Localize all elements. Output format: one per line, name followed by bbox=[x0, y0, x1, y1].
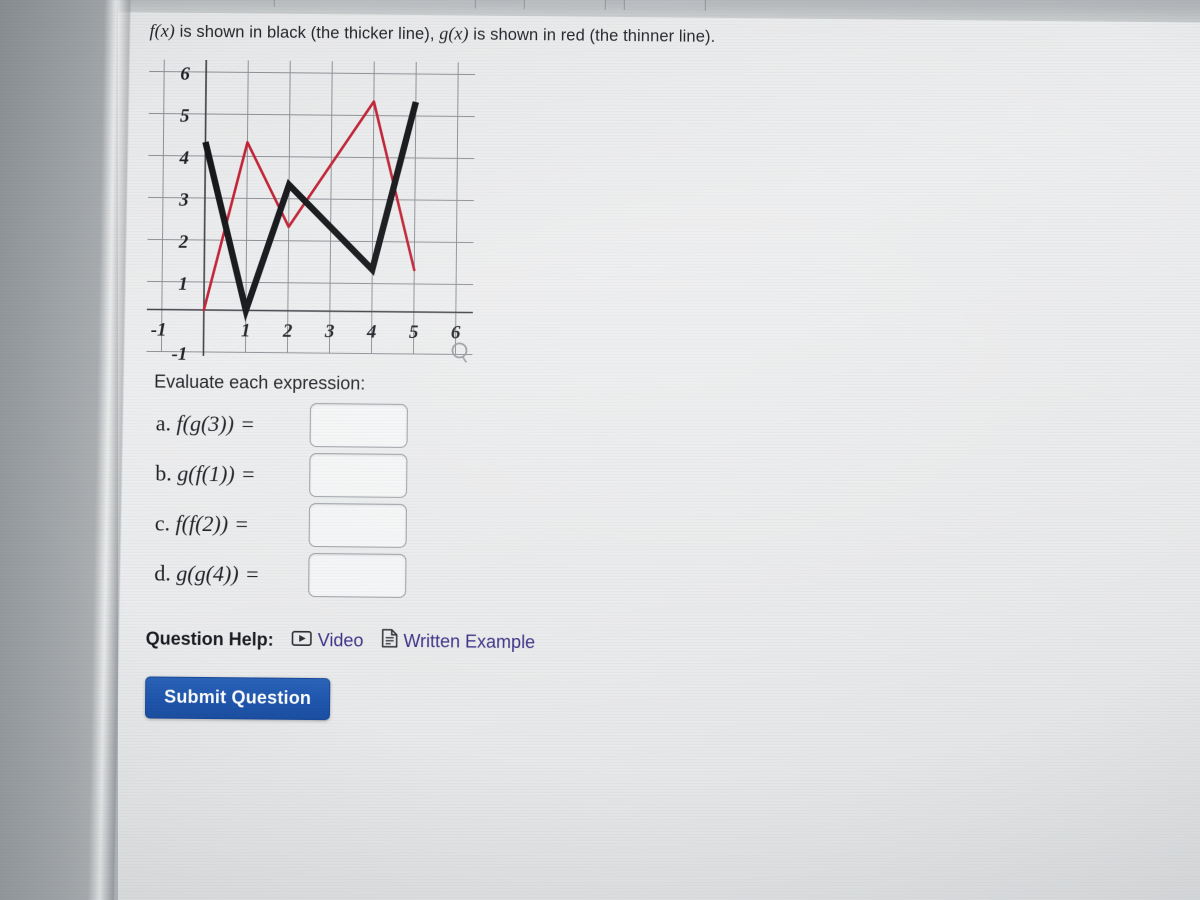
expression-label-c: c. f(f(2)) = bbox=[155, 511, 303, 538]
answer-input-c[interactable] bbox=[308, 502, 408, 548]
document-icon bbox=[381, 628, 398, 653]
equals-sign-b: = bbox=[242, 461, 255, 487]
svg-text:5: 5 bbox=[409, 322, 419, 343]
expression-letter-a: a. bbox=[155, 410, 172, 436]
evaluate-instruction: Evaluate each expression: bbox=[154, 371, 366, 394]
photo-of-screen: f(x) is shown in black (the thicker line… bbox=[0, 0, 1200, 900]
prompt-g-of-x: g(x) bbox=[439, 23, 469, 44]
help-link-video[interactable]: Video bbox=[291, 629, 364, 651]
help-link-video-label: Video bbox=[317, 629, 364, 651]
browser-tab[interactable] bbox=[273, 0, 476, 9]
svg-text:-1: -1 bbox=[151, 319, 167, 340]
expression-text-b: g(f(1)) bbox=[177, 460, 235, 487]
help-link-written-example[interactable]: Written Example bbox=[381, 628, 536, 654]
video-play-icon bbox=[291, 629, 312, 650]
answer-input-b[interactable] bbox=[309, 452, 408, 498]
cursor-circle-artifact bbox=[451, 342, 468, 359]
question-content: f(x) is shown in black (the thicker line… bbox=[143, 20, 1170, 728]
prompt-f-of-x: f(x) bbox=[149, 20, 176, 41]
question-help-row: Question Help: Video Written Example bbox=[146, 626, 1164, 660]
svg-text:6: 6 bbox=[180, 64, 190, 85]
equals-sign-a: = bbox=[241, 411, 254, 437]
x-axis-labels: -1 1 2 3 4 5 6 bbox=[151, 319, 461, 343]
expression-label-a: a. f(g(3)) = bbox=[156, 411, 304, 438]
series-f-of-x-line bbox=[202, 101, 419, 322]
equals-sign-c: = bbox=[235, 511, 249, 537]
submit-question-button[interactable]: Submit Question bbox=[144, 676, 331, 721]
answer-input-d[interactable] bbox=[308, 552, 407, 598]
page-body: f(x) is shown in black (the thicker line… bbox=[94, 11, 1200, 900]
function-graph: 6 5 4 3 2 1 -1 -1 1 2 3 4 5 6 bbox=[146, 59, 479, 363]
svg-text:4: 4 bbox=[178, 148, 189, 169]
graph-svg: 6 5 4 3 2 1 -1 -1 1 2 3 4 5 6 bbox=[146, 59, 476, 363]
equals-sign-d: = bbox=[246, 561, 259, 587]
expression-text-c: f(f(2)) bbox=[175, 510, 229, 537]
y-axis-labels: 6 5 4 3 2 1 -1 bbox=[171, 64, 190, 363]
y-axis bbox=[202, 59, 208, 356]
svg-text:2: 2 bbox=[282, 321, 293, 342]
expression-letter-b: b. bbox=[155, 460, 172, 486]
browser-tab[interactable] bbox=[523, 0, 606, 10]
prompt-text-1: is shown in black (the thicker line), bbox=[174, 22, 440, 44]
expression-list: a. f(g(3)) = b. g(f(1)) = c. f(f(2)) = d… bbox=[144, 398, 1166, 608]
cursor-tail-artifact bbox=[461, 356, 468, 363]
svg-text:3: 3 bbox=[178, 190, 189, 211]
expression-text-d: g(g(4)) bbox=[176, 560, 239, 587]
svg-text:1: 1 bbox=[241, 320, 251, 341]
expression-letter-d: d. bbox=[154, 560, 171, 586]
expression-letter-c: c. bbox=[154, 510, 171, 536]
svg-text:1: 1 bbox=[178, 274, 188, 295]
expression-row-d: d. g(g(4)) = bbox=[154, 549, 1164, 609]
expression-label-d: d. g(g(4)) = bbox=[154, 561, 302, 588]
x-axis bbox=[146, 308, 473, 314]
svg-text:5: 5 bbox=[180, 106, 190, 127]
svg-text:4: 4 bbox=[366, 322, 377, 343]
svg-text:2: 2 bbox=[178, 232, 189, 253]
laptop-screen: f(x) is shown in black (the thicker line… bbox=[94, 0, 1200, 900]
answer-input-a[interactable] bbox=[309, 402, 408, 448]
question-help-label: Question Help: bbox=[145, 627, 274, 650]
prompt-text-2: is shown in red (the thinner line). bbox=[468, 25, 716, 46]
help-link-written-example-label: Written Example bbox=[403, 630, 536, 652]
svg-text:3: 3 bbox=[324, 321, 335, 342]
expression-label-b: b. g(f(1)) = bbox=[155, 461, 303, 488]
expression-text-a: f(g(3)) bbox=[176, 410, 235, 437]
svg-text:-1: -1 bbox=[171, 344, 187, 363]
question-prompt: f(x) is shown in black (the thicker line… bbox=[149, 20, 1169, 51]
browser-tab[interactable] bbox=[623, 0, 706, 11]
svg-text:6: 6 bbox=[451, 322, 461, 343]
